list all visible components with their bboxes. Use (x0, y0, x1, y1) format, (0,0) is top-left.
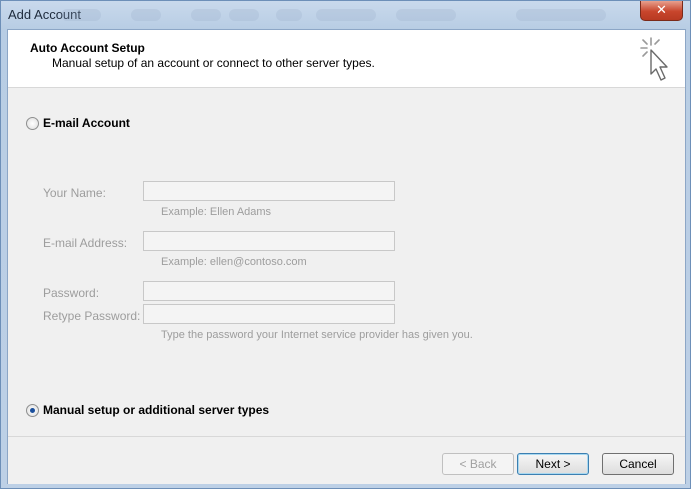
title-bar[interactable]: Add Account ✕ (1, 1, 690, 29)
manual-setup-option[interactable]: Manual setup or additional server types (26, 403, 269, 417)
next-button[interactable]: Next > (517, 453, 589, 475)
email-address-field[interactable] (143, 231, 395, 251)
background-blur (191, 9, 221, 21)
close-icon: ✕ (656, 2, 667, 17)
header-title: Auto Account Setup (30, 41, 145, 55)
email-address-example: Example: ellen@contoso.com (161, 256, 307, 268)
back-button[interactable]: < Back (442, 453, 514, 475)
retype-password-label: Retype Password: (43, 309, 141, 323)
password-field[interactable] (143, 281, 395, 301)
background-blur (396, 9, 456, 21)
email-address-label: E-mail Address: (43, 236, 128, 250)
email-account-option[interactable]: E-mail Account (26, 116, 130, 130)
manual-setup-radio[interactable] (26, 403, 39, 417)
wizard-content: E-mail Account Your Name: Example: Ellen… (8, 89, 685, 435)
cancel-button[interactable]: Cancel (602, 453, 674, 475)
add-account-window: Add Account ✕ Auto Account Setup Manual … (0, 0, 691, 489)
background-blur (61, 9, 101, 21)
password-label: Password: (43, 286, 100, 300)
background-blur (276, 9, 302, 21)
password-hint: Type the password your Internet service … (161, 329, 473, 341)
dialog-client: Auto Account Setup Manual setup of an ac… (7, 29, 686, 484)
close-button[interactable]: ✕ (640, 1, 683, 21)
wizard-header: Auto Account Setup Manual setup of an ac… (8, 30, 685, 88)
background-blur (316, 9, 376, 21)
your-name-label: Your Name: (43, 186, 106, 200)
email-account-radio[interactable] (26, 116, 39, 130)
wizard-cursor-icon (640, 37, 668, 81)
header-subtitle: Manual setup of an account or connect to… (52, 56, 375, 70)
wizard-footer: < Back Next > Cancel (8, 436, 685, 484)
manual-setup-label: Manual setup or additional server types (43, 403, 270, 417)
your-name-example: Example: Ellen Adams (161, 206, 272, 218)
email-account-label: E-mail Account (43, 116, 130, 130)
background-blur (229, 9, 259, 21)
background-blur (516, 9, 606, 21)
your-name-field[interactable] (143, 181, 395, 201)
retype-password-field[interactable] (143, 304, 395, 324)
background-blur (131, 9, 161, 21)
